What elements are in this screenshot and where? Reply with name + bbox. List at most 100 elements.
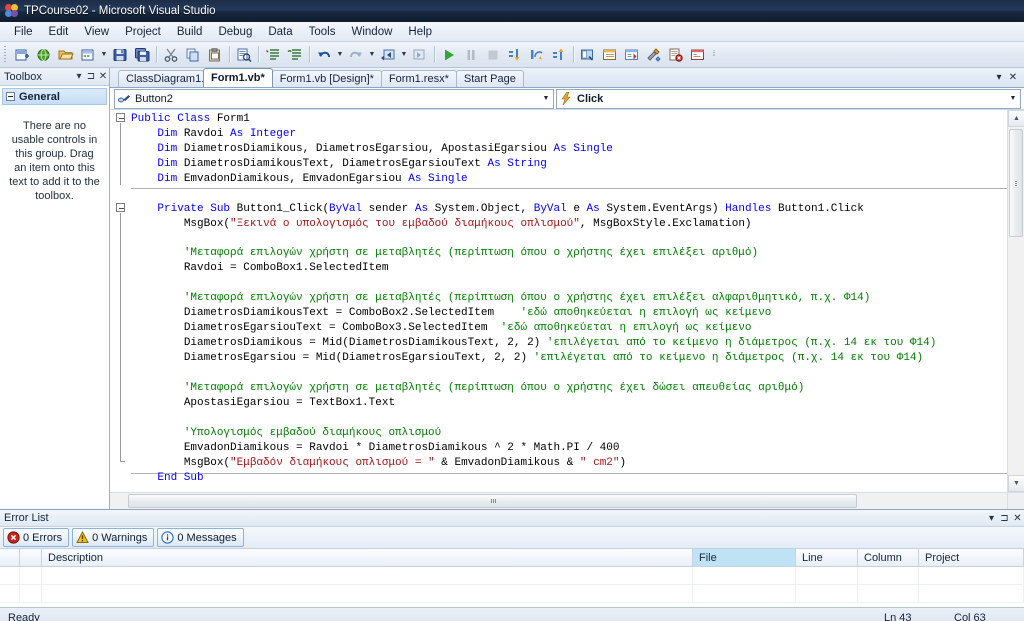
redo-dropdown-icon[interactable]: ▼ bbox=[367, 44, 377, 66]
redo-icon[interactable] bbox=[345, 44, 367, 66]
toolbox-tools-icon[interactable] bbox=[643, 44, 665, 66]
uncomment-lines-icon[interactable] bbox=[284, 44, 306, 66]
scroll-up-icon[interactable]: ▲ bbox=[1008, 110, 1024, 127]
error-list-column-headers: Description File Line Column Project bbox=[0, 549, 1024, 567]
error-list-filters: 0 Errors 0 Warnings 0 Messages bbox=[0, 527, 1024, 549]
outline-end-sub bbox=[120, 461, 125, 462]
chevron-down-icon[interactable]: ▼ bbox=[1006, 95, 1020, 102]
code-text[interactable]: Public Class Form1 Dim Ravdoi As Integer… bbox=[131, 112, 1007, 492]
vertical-scroll-thumb[interactable] bbox=[1009, 129, 1023, 237]
globe-icon[interactable] bbox=[33, 44, 55, 66]
toolbar-grip[interactable] bbox=[3, 46, 8, 63]
new-project-icon[interactable] bbox=[11, 44, 33, 66]
cut-icon[interactable] bbox=[160, 44, 182, 66]
toolbox-group-general[interactable]: General bbox=[2, 88, 107, 105]
open-file-icon[interactable] bbox=[55, 44, 77, 66]
copy-icon[interactable] bbox=[182, 44, 204, 66]
menu-item-edit[interactable]: Edit bbox=[41, 24, 77, 40]
undo-icon[interactable] bbox=[313, 44, 335, 66]
close-icon[interactable]: ✕ bbox=[1011, 513, 1024, 524]
column-header-icon[interactable] bbox=[0, 549, 20, 566]
filter-warnings-button[interactable]: 0 Warnings bbox=[72, 528, 155, 547]
outlining-margin[interactable] bbox=[110, 110, 131, 492]
horizontal-scrollbar[interactable] bbox=[110, 493, 1007, 509]
code-token: End Sub bbox=[157, 471, 204, 484]
scroll-down-icon[interactable]: ▼ bbox=[1008, 475, 1024, 492]
horizontal-scroll-thumb[interactable] bbox=[128, 494, 857, 508]
close-icon[interactable]: ✕ bbox=[97, 71, 109, 82]
step-over-icon[interactable] bbox=[526, 44, 548, 66]
column-header-column[interactable]: Column bbox=[858, 549, 919, 566]
menu-item-project[interactable]: Project bbox=[117, 24, 169, 40]
menu-item-help[interactable]: Help bbox=[400, 24, 440, 40]
solution-explorer-icon[interactable] bbox=[577, 44, 599, 66]
vertical-scrollbar[interactable]: ▲ ▼ bbox=[1007, 110, 1024, 492]
paste-icon[interactable] bbox=[204, 44, 226, 66]
code-line: MsgBox("Εμβαδόν διαμήκους οπλισμού = " &… bbox=[131, 456, 1007, 471]
add-new-item-dropdown-icon[interactable]: ▼ bbox=[99, 44, 109, 66]
table-row[interactable] bbox=[0, 585, 1024, 603]
class-dropdown[interactable]: Button2 ▼ bbox=[114, 88, 554, 109]
menu-item-view[interactable]: View bbox=[76, 24, 117, 40]
step-out-icon[interactable] bbox=[548, 44, 570, 66]
code-token: Dim bbox=[157, 172, 184, 185]
properties-window-icon[interactable] bbox=[599, 44, 621, 66]
output-window-icon[interactable] bbox=[687, 44, 709, 66]
navigate-backward-dropdown-icon[interactable]: ▼ bbox=[399, 44, 409, 66]
member-dropdown[interactable]: Click ▼ bbox=[556, 88, 1021, 109]
column-header-project[interactable]: Project bbox=[919, 549, 1024, 566]
menu-item-data[interactable]: Data bbox=[260, 24, 300, 40]
error-list-icon[interactable] bbox=[665, 44, 687, 66]
chevron-down-icon[interactable]: ▾ bbox=[985, 513, 998, 524]
standard-toolbar: ▼ ▼ ▼ ▼ ⁞ bbox=[0, 42, 1024, 68]
toolbar-overflow-icon[interactable]: ⁞ bbox=[709, 44, 719, 66]
filter-errors-button[interactable]: 0 Errors bbox=[3, 528, 70, 547]
start-debugging-icon[interactable] bbox=[438, 44, 460, 66]
tab-form1-design[interactable]: Form1.vb [Design]* bbox=[271, 70, 382, 87]
navigate-forward-icon[interactable] bbox=[409, 44, 431, 66]
menu-item-tools[interactable]: Tools bbox=[301, 24, 344, 40]
object-browser-icon[interactable] bbox=[621, 44, 643, 66]
tab-classdiagram1[interactable]: ClassDiagram1.cd bbox=[118, 70, 204, 87]
save-icon[interactable] bbox=[109, 44, 131, 66]
code-surface[interactable]: Public Class Form1 Dim Ravdoi As Integer… bbox=[110, 110, 1007, 492]
filter-messages-button[interactable]: 0 Messages bbox=[157, 528, 244, 547]
save-all-icon[interactable] bbox=[131, 44, 153, 66]
table-row[interactable] bbox=[0, 567, 1024, 585]
close-icon[interactable]: ✕ bbox=[1006, 72, 1020, 83]
menu-item-file[interactable]: File bbox=[6, 24, 41, 40]
chevron-down-icon[interactable]: ▾ bbox=[73, 71, 85, 82]
tab-form1-resx[interactable]: Form1.resx* bbox=[380, 70, 457, 87]
column-header-blank[interactable] bbox=[20, 549, 42, 566]
tab-form1-vb[interactable]: Form1.vb* bbox=[203, 68, 273, 87]
column-header-line[interactable]: Line bbox=[796, 549, 858, 566]
chevron-down-icon[interactable]: ▼ bbox=[539, 95, 553, 102]
menu-item-window[interactable]: Window bbox=[344, 24, 401, 40]
stop-debugging-icon[interactable] bbox=[482, 44, 504, 66]
code-token: DiametrosEgarsiouText = ComboBox3.Select… bbox=[183, 322, 501, 335]
navigate-backward-icon[interactable] bbox=[377, 44, 399, 66]
outline-collapse-class-icon[interactable] bbox=[116, 113, 125, 122]
column-header-file[interactable]: File bbox=[693, 549, 796, 566]
code-line: Private Sub Button1_Click(ByVal sender A… bbox=[131, 202, 1007, 217]
find-icon[interactable] bbox=[233, 44, 255, 66]
error-list-rows[interactable] bbox=[0, 567, 1024, 607]
undo-dropdown-icon[interactable]: ▼ bbox=[335, 44, 345, 66]
menu-item-build[interactable]: Build bbox=[169, 24, 211, 40]
break-all-icon[interactable] bbox=[460, 44, 482, 66]
outline-collapse-sub-icon[interactable] bbox=[116, 203, 125, 212]
pin-icon[interactable]: ⊐ bbox=[85, 71, 97, 82]
menu-item-debug[interactable]: Debug bbox=[210, 24, 260, 40]
comment-lines-icon[interactable] bbox=[262, 44, 284, 66]
code-token: 'Μεταφορά επιλογών χρήστη σε μεταβλητές … bbox=[183, 292, 871, 305]
tab-start-page[interactable]: Start Page bbox=[455, 70, 524, 87]
add-new-item-icon[interactable] bbox=[77, 44, 99, 66]
column-header-description[interactable]: Description bbox=[42, 549, 693, 566]
chevron-down-icon[interactable]: ▾ bbox=[992, 72, 1006, 83]
pin-icon[interactable]: ⊐ bbox=[998, 513, 1011, 524]
step-into-icon[interactable] bbox=[504, 44, 526, 66]
code-token: ) bbox=[619, 456, 627, 469]
code-line: Dim Ravdoi As Integer bbox=[131, 127, 1007, 142]
collapse-icon[interactable] bbox=[6, 92, 15, 101]
